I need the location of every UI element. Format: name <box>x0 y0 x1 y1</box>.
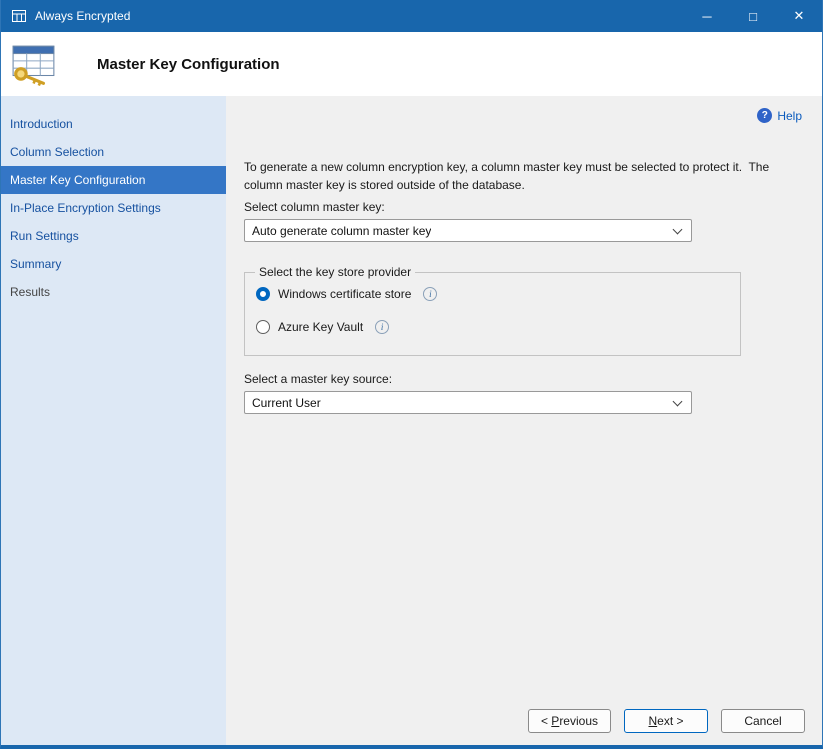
key-store-provider-group: Select the key store provider Windows ce… <box>244 272 741 356</box>
column-master-key-select[interactable]: Auto generate column master key <box>244 219 692 242</box>
wizard-header: Master Key Configuration <box>1 32 822 96</box>
radio-selected-icon <box>256 287 270 301</box>
page-title: Master Key Configuration <box>97 56 280 73</box>
radio-azure-key-vault[interactable]: Azure Key Vault i <box>245 320 740 334</box>
master-key-source-label: Select a master key source: <box>244 372 802 386</box>
master-key-table-icon <box>11 41 57 87</box>
description-text: To generate a new column encryption key,… <box>244 158 792 194</box>
sidebar-item-results: Results <box>1 278 226 306</box>
info-icon[interactable]: i <box>375 320 389 334</box>
sidebar-item-column-selection[interactable]: Column Selection <box>1 138 226 166</box>
radio-windows-certificate-store[interactable]: Windows certificate store i <box>245 287 740 301</box>
sidebar-item-introduction[interactable]: Introduction <box>1 110 226 138</box>
sidebar-item-summary[interactable]: Summary <box>1 250 226 278</box>
maximize-button[interactable]: □ <box>730 0 776 32</box>
column-master-key-value: Auto generate column master key <box>252 224 431 238</box>
titlebar: Always Encrypted ─ □ ✕ <box>1 0 822 32</box>
help-icon: ? <box>757 108 772 123</box>
radio-unselected-icon <box>256 320 270 334</box>
wizard-steps-sidebar: Introduction Column Selection Master Key… <box>1 96 226 745</box>
step-content: ? Help To generate a new column encrypti… <box>226 96 822 745</box>
previous-button[interactable]: < Previous <box>528 709 611 733</box>
close-button[interactable]: ✕ <box>776 0 822 32</box>
windows-certificate-store-label: Windows certificate store <box>278 287 411 301</box>
sidebar-item-run-settings[interactable]: Run Settings <box>1 222 226 250</box>
wizard-buttons: < Previous Next > Cancel <box>528 709 805 733</box>
help-link[interactable]: ? Help <box>757 108 802 123</box>
always-encrypted-window: Always Encrypted ─ □ ✕ <box>0 0 823 749</box>
key-store-provider-legend: Select the key store provider <box>255 265 415 279</box>
info-icon[interactable]: i <box>423 287 437 301</box>
wizard-body: Introduction Column Selection Master Key… <box>1 96 822 745</box>
help-label: Help <box>777 109 802 123</box>
window-controls: ─ □ ✕ <box>684 0 822 32</box>
column-master-key-label: Select column master key: <box>244 200 802 214</box>
sidebar-item-in-place-encryption-settings[interactable]: In-Place Encryption Settings <box>1 194 226 222</box>
master-key-source-select[interactable]: Current User <box>244 391 692 414</box>
minimize-button[interactable]: ─ <box>684 0 730 32</box>
sidebar-item-master-key-configuration[interactable]: Master Key Configuration <box>1 166 226 194</box>
master-key-source-value: Current User <box>252 396 321 410</box>
cancel-button[interactable]: Cancel <box>721 709 805 733</box>
window-title: Always Encrypted <box>35 9 130 23</box>
chevron-down-icon <box>673 225 683 235</box>
azure-key-vault-label: Azure Key Vault <box>278 320 363 334</box>
next-button[interactable]: Next > <box>624 709 708 733</box>
chevron-down-icon <box>673 397 683 407</box>
app-icon <box>11 8 27 24</box>
